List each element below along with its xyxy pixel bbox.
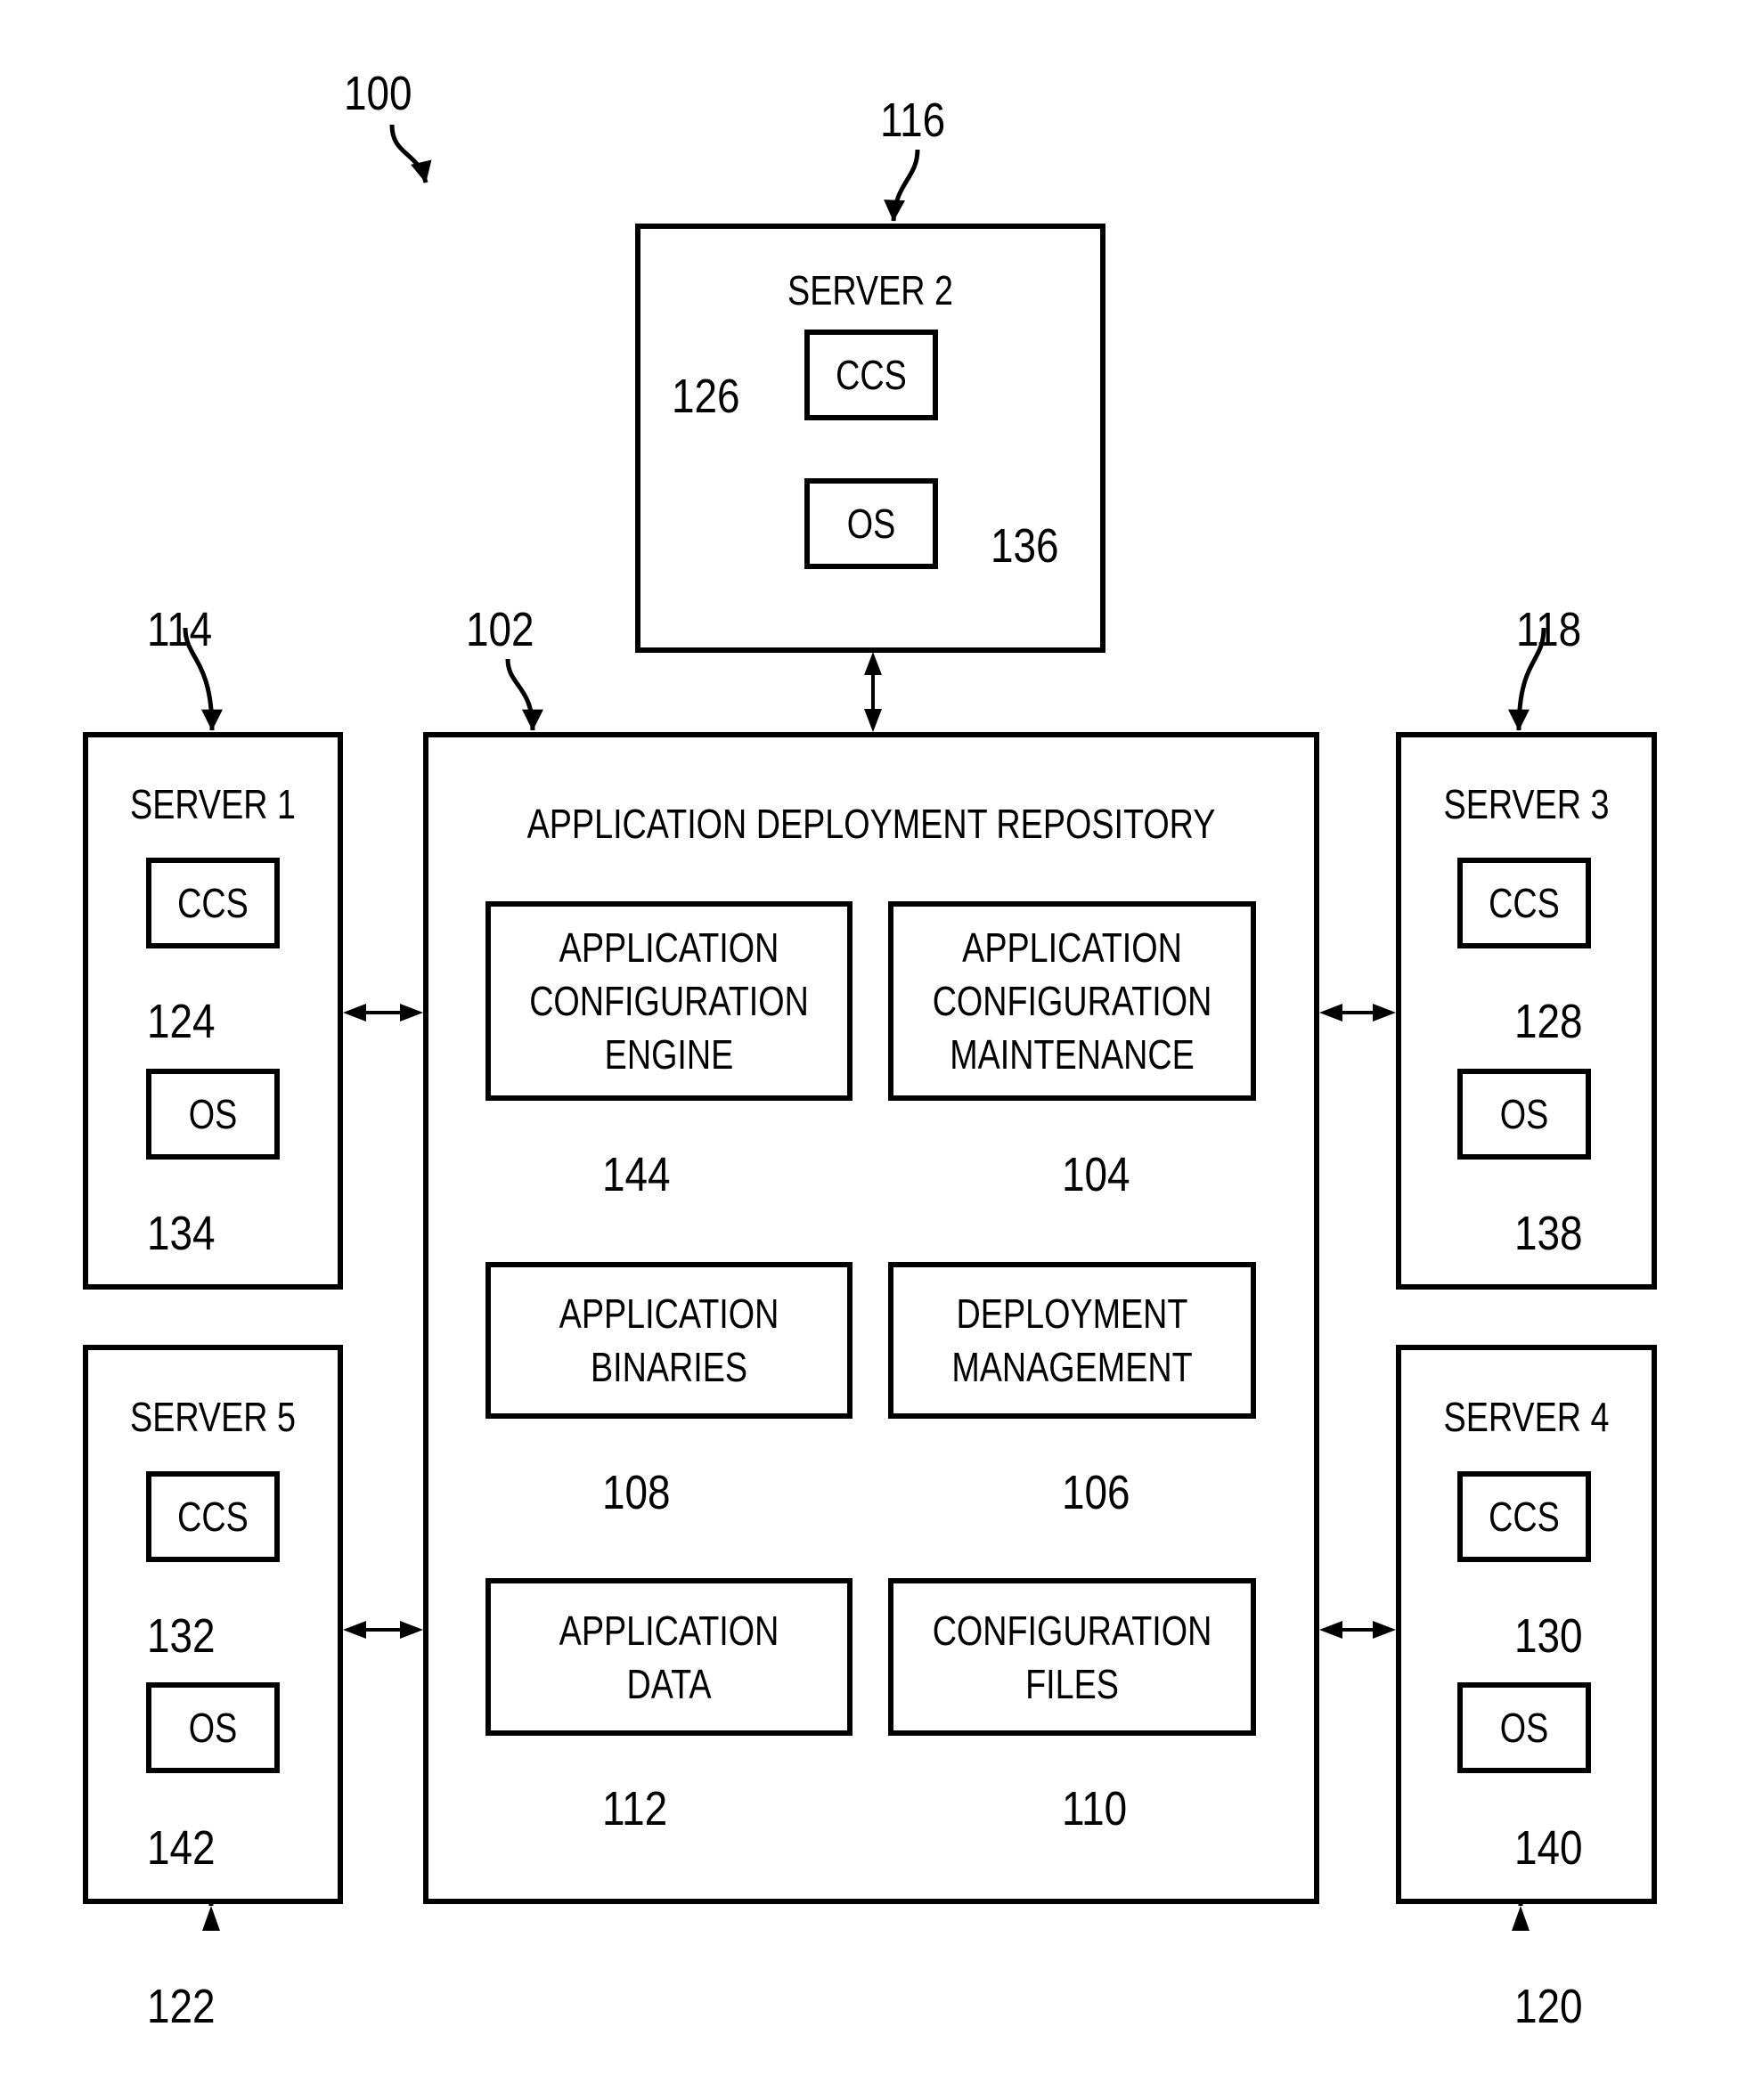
server2-os-box[interactable]: OS	[804, 478, 938, 569]
arrowhead-icon	[343, 1621, 366, 1639]
arrowhead-icon	[864, 652, 882, 675]
server1-os-box[interactable]: OS	[146, 1069, 280, 1160]
server3-title: SERVER 3	[1443, 781, 1610, 827]
component-app-binaries[interactable]: APPLICATION BINARIES	[485, 1262, 853, 1419]
server2-os-ref: 136	[991, 519, 1059, 573]
component-app-data[interactable]: APPLICATION DATA	[485, 1578, 853, 1736]
arrowhead-icon	[400, 1621, 423, 1639]
server3-ref-label: 118	[1516, 603, 1582, 656]
component-config-files[interactable]: CONFIGURATION FILES	[888, 1578, 1256, 1736]
component-config-maintenance[interactable]: APPLICATION CONFIGURATION MAINTENANCE	[888, 901, 1256, 1101]
component-ref: 104	[1062, 1148, 1130, 1201]
server1-ccs-label: CCS	[177, 880, 249, 926]
server2-ccs-label: CCS	[836, 352, 907, 398]
figure-ref-label: 100	[344, 67, 412, 120]
server4-ccs-ref: 130	[1514, 1609, 1583, 1663]
repository-title: APPLICATION DEPLOYMENT REPOSITORY	[526, 801, 1216, 847]
component-ref: 144	[602, 1148, 671, 1201]
repository-ref-label: 102	[466, 603, 534, 656]
server1-ccs-ref: 124	[147, 995, 216, 1048]
server5-os-box[interactable]: OS	[146, 1682, 280, 1773]
server5-ccs-ref: 132	[147, 1609, 216, 1663]
server2-os-label: OS	[846, 501, 896, 547]
server3-ccs-ref: 128	[1514, 995, 1583, 1048]
server3-os-label: OS	[1499, 1091, 1549, 1137]
server1-os-label: OS	[188, 1091, 238, 1137]
server4-os-label: OS	[1499, 1705, 1549, 1751]
server1-ccs-box[interactable]: CCS	[146, 858, 280, 948]
arrowhead-icon	[1319, 1621, 1342, 1639]
component-label: APPLICATION DATA	[559, 1607, 779, 1707]
figure-ref-arrow	[389, 124, 432, 183]
server5-ccs-label: CCS	[177, 1494, 249, 1540]
server5-ccs-box[interactable]: CCS	[146, 1471, 280, 1562]
server2-ccs-ref: 126	[672, 370, 740, 423]
server5-os-ref: 142	[147, 1821, 216, 1875]
repository-ref-arrow	[505, 658, 543, 731]
arrowhead-icon	[1373, 1004, 1396, 1022]
arrowhead-icon	[1373, 1621, 1396, 1639]
server1-ref-label: 114	[147, 603, 213, 656]
component-label: APPLICATION BINARIES	[559, 1290, 779, 1390]
component-ref: 110	[1062, 1782, 1128, 1835]
arrowhead-icon	[1512, 1906, 1530, 1931]
component-ref: 108	[602, 1466, 671, 1519]
arrowhead-icon	[1319, 1004, 1342, 1022]
server3-ccs-label: CCS	[1489, 880, 1560, 926]
arrowhead-icon	[202, 1906, 220, 1931]
server2-ccs-box[interactable]: CCS	[804, 330, 938, 420]
server1-title: SERVER 1	[130, 781, 296, 827]
server2-ref-label: 116	[880, 94, 946, 147]
server5-ref-label: 122	[147, 1980, 216, 2033]
server4-ccs-box[interactable]: CCS	[1457, 1471, 1591, 1562]
component-label: APPLICATION CONFIGURATION MAINTENANCE	[932, 924, 1212, 1078]
server4-ccs-label: CCS	[1489, 1494, 1560, 1540]
component-label: CONFIGURATION FILES	[932, 1607, 1212, 1707]
server5-os-label: OS	[188, 1705, 238, 1751]
server3-os-box[interactable]: OS	[1457, 1069, 1591, 1160]
component-label: DEPLOYMENT MANAGEMENT	[951, 1290, 1193, 1390]
component-label: APPLICATION CONFIGURATION ENGINE	[529, 924, 809, 1078]
component-config-engine[interactable]: APPLICATION CONFIGURATION ENGINE	[485, 901, 853, 1101]
component-deployment-management[interactable]: DEPLOYMENT MANAGEMENT	[888, 1262, 1256, 1419]
server2-ref-arrow	[884, 149, 920, 222]
server4-os-ref: 140	[1514, 1821, 1583, 1875]
arrowhead-icon	[343, 1004, 366, 1022]
server3-ccs-box[interactable]: CCS	[1457, 858, 1591, 948]
component-ref: 112	[602, 1782, 668, 1835]
server2-box[interactable]: SERVER 2	[635, 224, 1105, 653]
server1-os-ref: 134	[147, 1207, 216, 1260]
server4-os-box[interactable]: OS	[1457, 1682, 1591, 1773]
server3-os-ref: 138	[1514, 1207, 1583, 1260]
server5-title: SERVER 5	[130, 1394, 296, 1440]
arrowhead-icon	[400, 1004, 423, 1022]
component-ref: 106	[1062, 1466, 1130, 1519]
arrowhead-icon	[864, 709, 882, 732]
server4-title: SERVER 4	[1443, 1394, 1610, 1440]
server2-title: SERVER 2	[787, 267, 953, 313]
server4-ref-label: 120	[1514, 1980, 1583, 2033]
